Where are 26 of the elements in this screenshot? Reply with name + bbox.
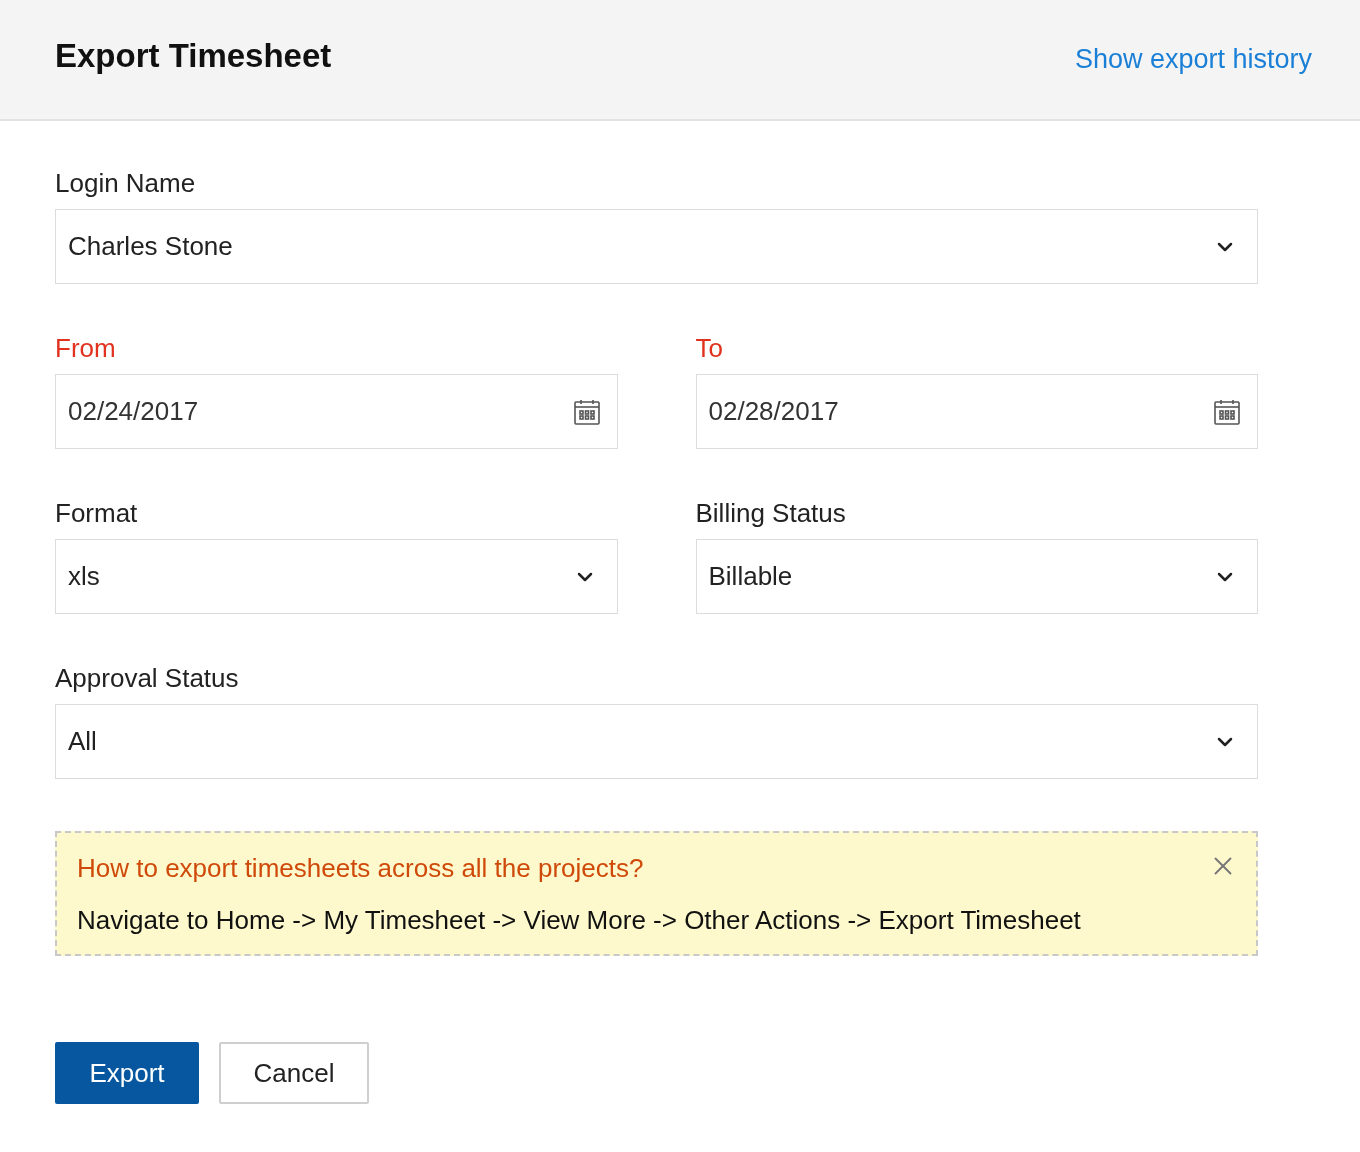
date-field[interactable]: 02/28/2017: [695, 374, 1258, 449]
date-value: 02/24/2017: [68, 395, 199, 428]
date-value: 02/28/2017: [708, 395, 839, 428]
export-button[interactable]: Export: [55, 1042, 199, 1104]
calendar-icon[interactable]: [1213, 397, 1241, 426]
tip-question: How to export timesheets across all the projects?: [77, 852, 644, 885]
field-label: Billing Status: [695, 497, 847, 530]
cancel-button[interactable]: Cancel: [219, 1042, 369, 1104]
field-label: Approval Status: [55, 662, 240, 695]
select-value: All: [68, 725, 97, 758]
field-label: To: [695, 332, 724, 365]
tip-text: Navigate to Home -> My Timesheet -> View More -> Other Actions -> Export Timesheet: [77, 904, 1082, 937]
select-value: xls: [68, 560, 100, 593]
dialog-title: Export Timesheet: [55, 35, 332, 76]
calendar-icon[interactable]: [572, 397, 601, 426]
select-value: Charles Stone: [68, 230, 233, 263]
select-field[interactable]: All: [55, 704, 1258, 779]
select-field[interactable]: xls: [55, 539, 618, 614]
field-label: Format: [55, 497, 139, 530]
select-field[interactable]: Billable: [695, 539, 1258, 614]
date-field[interactable]: 02/24/2017: [55, 374, 618, 449]
field-label: Login Name: [55, 167, 197, 200]
show-history-link[interactable]: Show export history: [1074, 39, 1312, 80]
select-field[interactable]: Charles Stone: [55, 209, 1258, 284]
select-value: Billable: [708, 560, 793, 593]
field-label: From: [55, 332, 117, 365]
